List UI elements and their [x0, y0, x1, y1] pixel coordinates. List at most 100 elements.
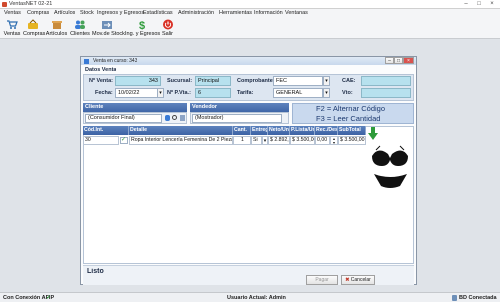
- cliente-field[interactable]: (Consumidor Final): [85, 114, 162, 123]
- cliente-user-icon[interactable]: [165, 115, 170, 121]
- users-icon: [75, 20, 85, 29]
- db-status: BD Conectada: [459, 295, 497, 301]
- toolbar-articulos-label: Artículos: [45, 31, 68, 37]
- window-icon: [84, 58, 89, 64]
- vto-label: Vto:: [342, 90, 353, 96]
- menu-estadisticas[interactable]: Estadísticas: [143, 9, 173, 17]
- hint-f2: F2 = Alternar Código: [316, 104, 385, 113]
- menu-herramientas[interactable]: Herramientas: [219, 9, 252, 17]
- menu-stock[interactable]: Stock: [80, 9, 94, 17]
- app-title: VentasNET 02-21: [9, 1, 53, 7]
- stock-icon: [102, 21, 112, 29]
- fecha-label: Fecha:: [95, 90, 113, 96]
- venta-window-title: Venta en curso: 343: [93, 58, 138, 64]
- cancelar-button[interactable]: ✖ Cancelar: [341, 275, 375, 285]
- vto-field: [361, 88, 411, 98]
- toolbar-ing-egresos-label: Ing. y Egresos: [125, 31, 161, 37]
- menu-informacion[interactable]: Información: [254, 9, 283, 17]
- comprobante-label: Comprobante:: [237, 78, 275, 84]
- toolbar-ventas-button[interactable]: Ventas: [3, 17, 21, 39]
- close-button[interactable]: ×: [486, 0, 498, 9]
- col-cant: Cant.: [233, 126, 251, 135]
- hint-f3: F3 = Leer Cantidad: [316, 114, 381, 123]
- nro-venta-label: Nº Venta:: [89, 78, 114, 84]
- col-codigo: Cód.Int.: [83, 126, 129, 135]
- menu-ventas[interactable]: Ventas: [4, 9, 21, 17]
- afip-check-icon: ✓: [46, 295, 52, 301]
- tarifa-chevron-down-icon[interactable]: ▾: [323, 88, 330, 98]
- cae-label: CAE:: [342, 78, 356, 84]
- pagar-button[interactable]: Pagar: [306, 275, 338, 285]
- cliente-edit-icon[interactable]: [180, 115, 185, 121]
- pvta-field: 6: [195, 88, 231, 98]
- row-check-icon: ✓: [121, 137, 127, 143]
- row-detalle[interactable]: Ropa Interior Lencería Femenina De 2 Pie…: [129, 136, 233, 145]
- svg-text:$: $: [139, 20, 145, 30]
- row-plista[interactable]: $ 3.500,00: [290, 136, 315, 145]
- toolbar-articulos-button[interactable]: Artículos: [45, 17, 68, 39]
- toolbar-compras-button[interactable]: Compras: [23, 17, 46, 39]
- col-entreg: Entreg: [251, 126, 268, 135]
- menu-ventanas[interactable]: Ventanas: [285, 9, 308, 17]
- comprobante-select[interactable]: FEC: [273, 76, 323, 86]
- venta-window-titlebar: Venta en curso: 343 – □ ×: [81, 57, 416, 65]
- table-row[interactable]: 30 ✓ Ropa Interior Lencería Femenina De …: [83, 136, 366, 145]
- menu-bar: Ventas Compras Artículos Stock Ingresos …: [0, 9, 500, 17]
- maximize-button[interactable]: □: [473, 0, 485, 9]
- comprobante-chevron-down-icon[interactable]: ▾: [323, 76, 330, 86]
- toolbar: Ventas Compras Artículos Clientes Mov.de…: [0, 17, 500, 39]
- window-maximize-button[interactable]: □: [394, 57, 403, 64]
- col-subtotal: SubTotal: [338, 126, 366, 135]
- toolbar-clientes-button[interactable]: Clientes: [70, 17, 90, 39]
- dollar-icon: $: [139, 20, 145, 30]
- cliente-search-icon[interactable]: [172, 115, 177, 120]
- sucursal-field: Principal: [195, 76, 231, 86]
- cancel-icon: ✖: [345, 277, 350, 283]
- col-plista: P.Lista/Un: [290, 126, 315, 135]
- window-minimize-button[interactable]: –: [385, 57, 394, 64]
- vendedor-field[interactable]: (Mostrador): [192, 114, 282, 123]
- sucursal-label: Sucursal:: [167, 78, 193, 84]
- app-title-bar: VentasNET 02-21 – □ ×: [0, 0, 500, 9]
- items-grid: [83, 126, 414, 264]
- toolbar-mov-stock-button[interactable]: Mov.de Stock: [92, 17, 125, 39]
- toolbar-clientes-label: Clientes: [70, 31, 90, 37]
- current-user: Usuario Actual: Admin: [227, 295, 286, 301]
- nro-venta-field: 343: [115, 76, 161, 86]
- app-logo-icon: [2, 2, 7, 7]
- menu-ingresos-egresos[interactable]: Ingresos y Egresos: [97, 9, 144, 17]
- cart-icon: [7, 20, 18, 29]
- menu-administracion[interactable]: Administración: [178, 9, 214, 17]
- toolbar-ventas-label: Ventas: [3, 31, 21, 37]
- window-close-button[interactable]: ×: [403, 57, 414, 64]
- row-codigo[interactable]: 30: [83, 136, 119, 145]
- pvta-label: Nº P.Vta.:: [167, 90, 191, 96]
- venta-window: Venta en curso: 343 – □ × Datos Venta Nº…: [80, 56, 417, 285]
- row-neto[interactable]: $ 2.892,5: [268, 136, 290, 145]
- product-image: [368, 142, 413, 199]
- col-rec: Rec./Des: [315, 126, 338, 135]
- toolbar-salir-button[interactable]: Salir: [160, 17, 175, 39]
- toolbar-ing-egresos-button[interactable]: $ Ing. y Egresos: [125, 17, 161, 39]
- datos-venta-header: Datos Venta: [85, 67, 117, 73]
- app-status-bar: Con Conexión AFIP ✓ Usuario Actual: Admi…: [0, 292, 500, 302]
- row-cant[interactable]: 1: [233, 136, 251, 145]
- row-subtotal[interactable]: $ 3.500,00: [338, 136, 366, 145]
- calendar-dropdown-button[interactable]: ▾: [157, 88, 164, 98]
- menu-articulos[interactable]: Artículos: [54, 9, 75, 17]
- tarifa-label: Tarifa:: [237, 90, 254, 96]
- fecha-field[interactable]: 10/02/22: [115, 88, 158, 98]
- row-rec[interactable]: 0,00: [315, 136, 330, 145]
- rec-stepper[interactable]: ▴ ▾: [330, 136, 338, 145]
- menu-compras[interactable]: Compras: [27, 9, 49, 17]
- window-status-text: Listo: [87, 268, 104, 275]
- basket-icon: [28, 19, 38, 29]
- db-icon: [452, 295, 457, 301]
- tarifa-select[interactable]: GENERAL: [273, 88, 323, 98]
- vendedor-header: Vendedor: [190, 103, 289, 112]
- minimize-button[interactable]: –: [460, 0, 472, 9]
- toolbar-compras-label: Compras: [23, 31, 46, 37]
- row-entreg[interactable]: Si: [251, 136, 262, 145]
- arrow-down-icon[interactable]: [368, 127, 378, 140]
- pagar-label: Pagar: [315, 277, 329, 283]
